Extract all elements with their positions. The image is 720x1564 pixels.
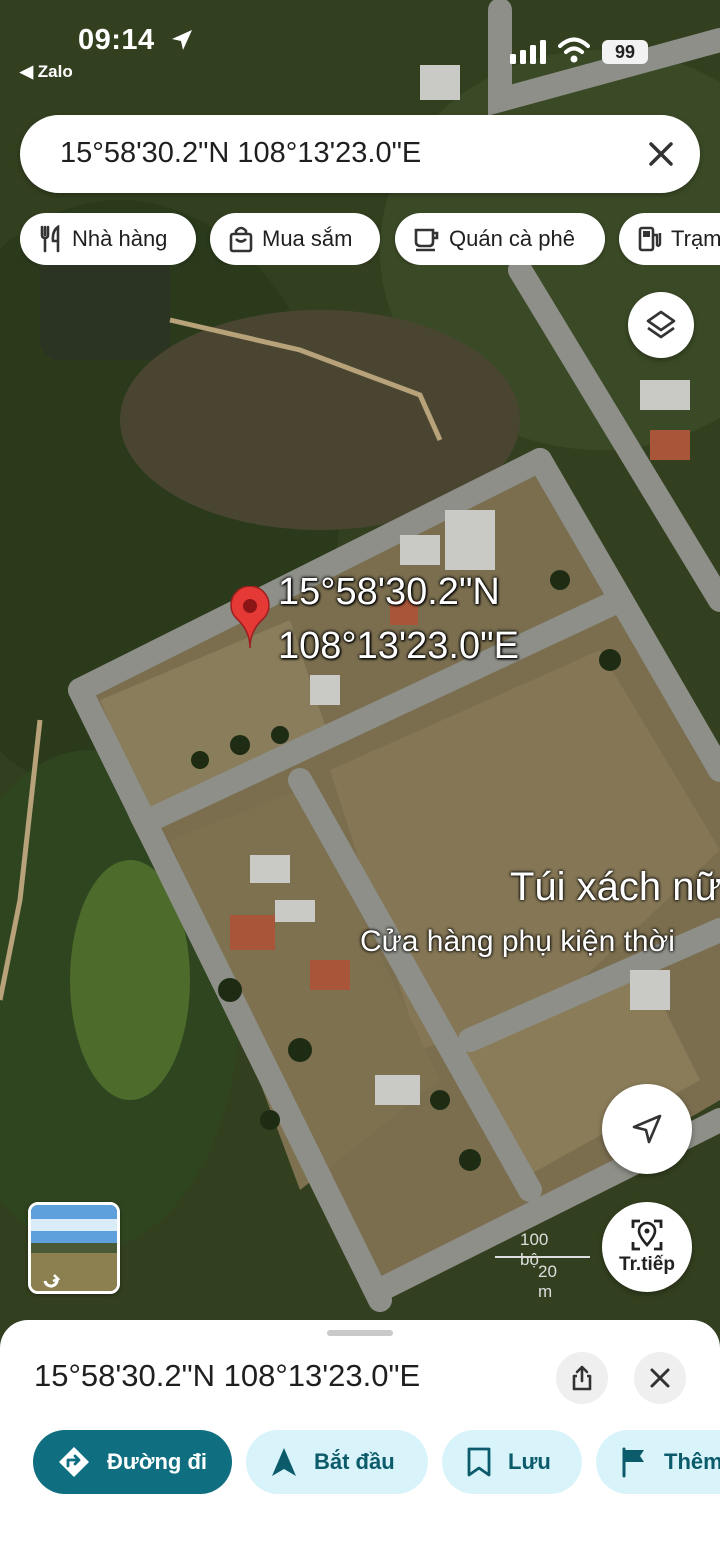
chip-label: Mua sắm bbox=[262, 226, 353, 251]
directions-label: Đường đi bbox=[107, 1449, 207, 1474]
live-view-label: Tr.tiếp bbox=[619, 1254, 675, 1275]
layers-button[interactable] bbox=[628, 292, 694, 358]
search-bar[interactable]: 15°58'30.2"N 108°13'23.0"E bbox=[20, 115, 700, 193]
share-button[interactable] bbox=[556, 1352, 608, 1404]
action-buttons-row: Đường đi Bắt đầu Lưu Thêm bbox=[0, 1430, 720, 1494]
shopping-bag-icon bbox=[229, 226, 253, 253]
map-pin-icon[interactable] bbox=[228, 586, 272, 650]
search-input[interactable]: 15°58'30.2"N 108°13'23.0"E bbox=[60, 137, 421, 170]
scale-bar bbox=[495, 1256, 590, 1258]
chip-label: Quán cà phê bbox=[449, 226, 575, 251]
directions-button[interactable]: Đường đi bbox=[33, 1430, 232, 1494]
chip-shopping[interactable]: Mua sắm bbox=[210, 213, 380, 265]
battery-indicator: 99 bbox=[602, 40, 648, 64]
location-arrow-icon bbox=[632, 1114, 662, 1144]
street-view-thumbnail[interactable] bbox=[28, 1202, 120, 1294]
scale-meters-label: 20 m bbox=[538, 1262, 557, 1301]
coffee-cup-icon bbox=[414, 228, 439, 252]
pin-coordinates-label: 15°58'30.2"N 108°13'23.0"E bbox=[278, 565, 519, 673]
status-time: 09:14 bbox=[78, 24, 155, 56]
pin-label-latitude: 15°58'30.2"N bbox=[278, 571, 500, 613]
add-label-button[interactable]: Thêm bbox=[596, 1430, 720, 1494]
street-view-photo bbox=[31, 1205, 117, 1291]
wifi-icon bbox=[558, 37, 590, 63]
sheet-title: 15°58'30.2"N 108°13'23.0"E bbox=[34, 1358, 421, 1393]
layers-icon bbox=[646, 310, 676, 339]
category-chips: Nhà hàng Mua sắm Quán cà phê Trạm bbox=[20, 213, 720, 265]
close-icon[interactable] bbox=[644, 137, 678, 171]
place-bottom-sheet: 15°58'30.2"N 108°13'23.0"E Đường đi Bắt … bbox=[0, 1320, 720, 1564]
live-view-icon bbox=[631, 1219, 663, 1251]
place-label-category: Cửa hàng phụ kiện thời bbox=[360, 925, 675, 958]
close-sheet-button[interactable] bbox=[634, 1352, 686, 1404]
share-icon bbox=[572, 1365, 592, 1391]
flag-icon bbox=[622, 1447, 644, 1478]
bookmark-icon bbox=[467, 1447, 491, 1477]
start-label: Bắt đầu bbox=[314, 1449, 395, 1474]
start-button[interactable]: Bắt đầu bbox=[246, 1430, 428, 1494]
gas-station-icon bbox=[638, 226, 662, 252]
fork-knife-icon bbox=[40, 225, 60, 253]
my-location-button[interactable] bbox=[602, 1084, 692, 1174]
cellular-signal-icon bbox=[510, 40, 546, 64]
chip-label: Nhà hàng bbox=[72, 226, 168, 251]
live-view-button[interactable]: Tr.tiếp bbox=[602, 1202, 692, 1292]
add-label-label: Thêm bbox=[664, 1449, 720, 1474]
chip-restaurants[interactable]: Nhà hàng bbox=[20, 213, 196, 265]
pin-label-longitude: 108°13'23.0"E bbox=[278, 625, 519, 667]
save-label: Lưu bbox=[508, 1449, 551, 1474]
status-bar: 09:14 ◀ Zalo 99 bbox=[0, 0, 720, 90]
drag-handle[interactable] bbox=[327, 1330, 393, 1336]
save-button[interactable]: Lưu bbox=[442, 1430, 582, 1494]
chip-label: Trạm bbox=[671, 226, 720, 251]
navigation-arrow-icon bbox=[272, 1448, 296, 1476]
directions-icon bbox=[59, 1447, 89, 1477]
back-to-app-link[interactable]: ◀ Zalo bbox=[20, 62, 73, 82]
close-icon bbox=[650, 1368, 670, 1388]
chip-gas-stations[interactable]: Trạm bbox=[619, 213, 720, 265]
location-arrow-icon bbox=[172, 30, 192, 50]
chip-cafes[interactable]: Quán cà phê bbox=[395, 213, 605, 265]
place-label-title[interactable]: Túi xách nữ bbox=[510, 865, 720, 910]
